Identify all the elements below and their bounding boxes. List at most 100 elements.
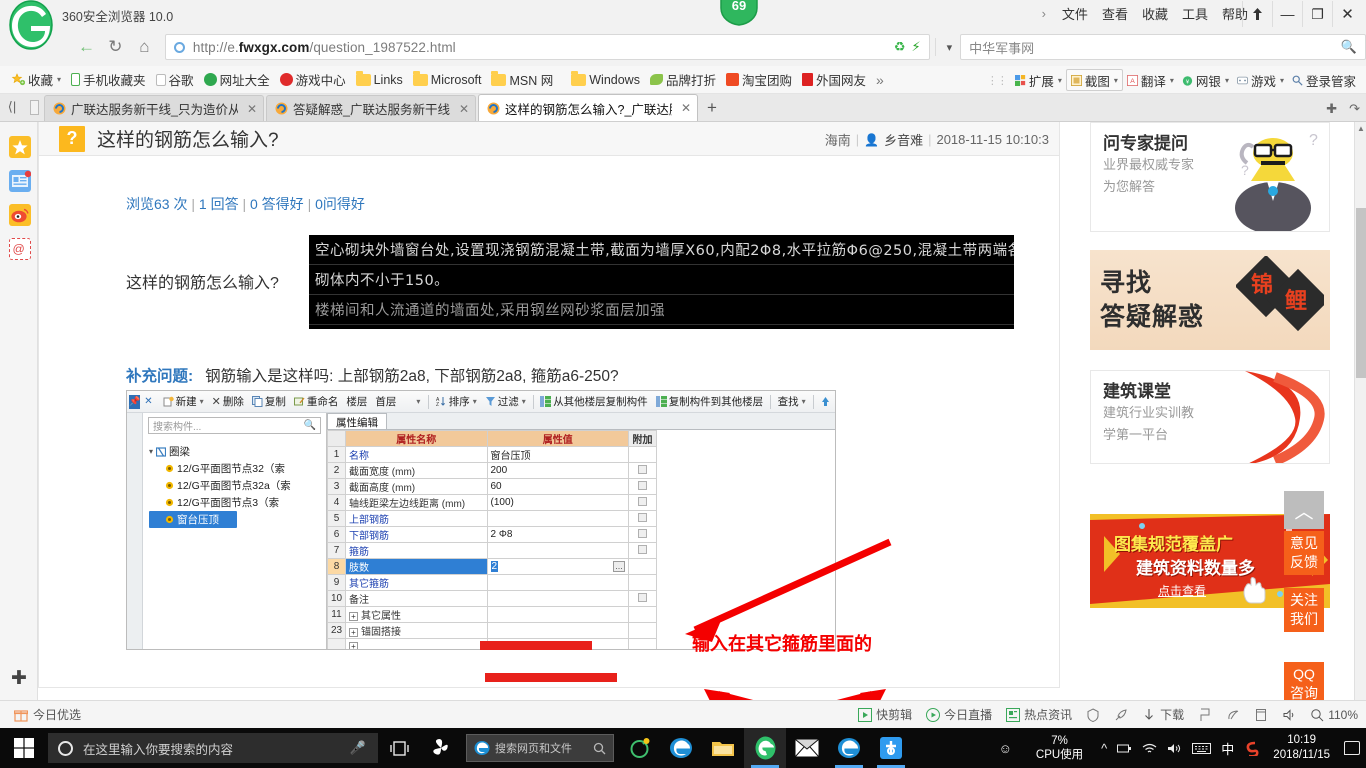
minimize-button[interactable]: — bbox=[1272, 1, 1302, 27]
chevron-down-icon[interactable]: ▾ bbox=[149, 447, 153, 456]
status-window[interactable] bbox=[1254, 708, 1268, 722]
tab-add-icon[interactable]: ✚ bbox=[1326, 101, 1337, 117]
search-input[interactable]: 中华军事网 🔍 bbox=[960, 34, 1366, 60]
tab-0[interactable]: 广联达服务新干线_只为造价从业 ✕ bbox=[44, 95, 264, 121]
battery-icon[interactable] bbox=[1117, 742, 1132, 755]
follow-tab[interactable]: 关注 我们 bbox=[1284, 588, 1324, 632]
row-value[interactable]: 窗台压顶 bbox=[486, 446, 629, 463]
bookmark-item-gamecenter[interactable]: 游戏中心 bbox=[275, 68, 351, 92]
blue-app-button[interactable] bbox=[870, 728, 912, 768]
favorites-star-icon[interactable] bbox=[9, 136, 31, 158]
chevron-down-icon[interactable]: ▾ bbox=[1114, 76, 1118, 85]
360-shield-button[interactable] bbox=[618, 728, 660, 768]
toolbar-copy-from-floor[interactable]: 从其他楼层复制构件 bbox=[536, 394, 652, 409]
page-scrollbar[interactable]: ▲ bbox=[1354, 122, 1366, 700]
bookmark-item-brand[interactable]: 品牌打折 bbox=[645, 68, 721, 92]
table-row[interactable]: 5 上部钢筋 bbox=[327, 510, 657, 527]
start-button[interactable] bbox=[0, 728, 48, 768]
toolbar-new[interactable]: 新建 ▾ bbox=[159, 394, 208, 409]
expander-icon[interactable]: + bbox=[349, 628, 358, 637]
row-value[interactable] bbox=[486, 590, 629, 607]
close-icon[interactable]: ✕ bbox=[142, 396, 158, 407]
ad-ask-expert[interactable]: 问专家提问 业界最权威专家 为您解答 ? ? bbox=[1090, 122, 1330, 232]
toolbar-move-up[interactable] bbox=[816, 396, 835, 407]
feedback-tab[interactable]: 意见 反馈 bbox=[1284, 531, 1324, 575]
expander-icon[interactable]: + bbox=[349, 642, 358, 649]
row-append[interactable] bbox=[628, 494, 657, 511]
chevron-down-icon[interactable]: ▾ bbox=[57, 75, 61, 84]
status-shield[interactable] bbox=[1086, 707, 1100, 722]
tab-close-icon[interactable]: ✕ bbox=[455, 102, 469, 116]
checkbox[interactable] bbox=[638, 464, 647, 474]
row-append[interactable] bbox=[628, 526, 657, 543]
row-value[interactable]: 60 bbox=[486, 478, 629, 495]
news-icon[interactable] bbox=[9, 170, 32, 192]
table-row[interactable]: 7 箍筋 bbox=[327, 542, 657, 559]
back-button[interactable]: ← bbox=[72, 32, 101, 62]
weibo-icon[interactable] bbox=[9, 204, 31, 226]
recycle-icon[interactable]: ♻ bbox=[894, 39, 906, 55]
chevron-down-icon[interactable]: ▾ bbox=[1225, 76, 1229, 85]
row-value[interactable]: (100) bbox=[486, 494, 629, 511]
table-row-selected[interactable]: 8 肢数… 2 bbox=[327, 558, 657, 575]
close-button[interactable]: ✕ bbox=[1332, 1, 1366, 27]
search-icon[interactable]: 🔍 bbox=[304, 420, 316, 431]
status-download[interactable]: 下载 bbox=[1142, 706, 1184, 723]
ie-search-taskbar[interactable]: 搜索网页和文件 bbox=[466, 734, 614, 762]
add-rail-item-button[interactable]: ✚ bbox=[0, 667, 38, 690]
task-view-button[interactable] bbox=[378, 728, 420, 768]
cpu-usage-indicator[interactable]: 7% CPU使用 bbox=[1036, 734, 1083, 762]
toolbar-delete[interactable]: ✕ 删除 bbox=[208, 394, 248, 409]
software-screenshot[interactable]: 📌 ✕ 新建 ▾ ✕ 删除 复制 重命名 楼层 首层 ▾ A Z 排序 ▾ 过滤… bbox=[126, 390, 836, 650]
url-input[interactable]: http://e.fwxgx.com/question_1987522.html… bbox=[164, 34, 930, 60]
status-speed[interactable] bbox=[1226, 708, 1240, 722]
search-engine-dropdown[interactable]: ▾ bbox=[941, 41, 959, 54]
toolbar-copy[interactable]: 复制 bbox=[248, 394, 290, 409]
360-browser-button[interactable] bbox=[744, 728, 786, 768]
taskbar-clock[interactable]: 10:19 2018/11/15 bbox=[1269, 733, 1334, 763]
search-icon[interactable]: 🔍 bbox=[1341, 39, 1357, 55]
tool-translate[interactable]: A 翻译 ▾ bbox=[1123, 69, 1178, 91]
bookmark-item-windows[interactable]: Windows bbox=[566, 68, 645, 92]
bookmark-overflow[interactable]: » bbox=[871, 68, 889, 92]
status-quick-edit[interactable]: 快剪辑 bbox=[858, 706, 912, 723]
tab-1[interactable]: 答疑解惑_广联达服务新干线 ✕ bbox=[266, 95, 477, 121]
row-append[interactable] bbox=[628, 510, 657, 527]
sogou-icon[interactable] bbox=[1244, 741, 1259, 756]
status-left[interactable]: 今日优选 bbox=[14, 706, 81, 723]
checkbox[interactable] bbox=[638, 528, 647, 538]
tool-login-manager[interactable]: 登录管家 bbox=[1288, 69, 1360, 91]
cortana-search-box[interactable]: 在这里输入你要搜索的内容 🎤 bbox=[48, 733, 378, 763]
windmill-app-button[interactable] bbox=[420, 728, 462, 768]
menu-favorites[interactable]: 收藏 bbox=[1142, 4, 1168, 23]
status-rocket[interactable] bbox=[1114, 708, 1128, 722]
ad-jinli[interactable]: 寻找 答疑解惑 锦 鲤 bbox=[1090, 250, 1330, 350]
new-tab-button[interactable]: + bbox=[700, 95, 724, 121]
table-row[interactable]: 9 其它箍筋 bbox=[327, 574, 657, 591]
menu-file[interactable]: 文件 bbox=[1062, 4, 1088, 23]
microphone-icon[interactable]: 🎤 bbox=[350, 740, 366, 756]
tab-scroll-left-button[interactable]: ⟨| bbox=[0, 93, 24, 121]
toolbar-find[interactable]: 查找 ▾ bbox=[774, 394, 810, 409]
row-value[interactable]: 2 Φ8 bbox=[486, 526, 629, 543]
meta-username[interactable]: 乡音难 bbox=[884, 130, 923, 149]
ime-indicator[interactable]: 中 bbox=[1221, 739, 1234, 758]
tree-node-child-3-selected[interactable]: 窗台压顶 bbox=[149, 511, 237, 528]
tab-property-editor[interactable]: 属性编辑 bbox=[327, 413, 387, 429]
reload-button[interactable]: ↻ bbox=[101, 32, 130, 62]
toolbar-rename[interactable]: 重命名 bbox=[290, 394, 343, 409]
bookmark-item-phone[interactable]: 手机收藏夹 bbox=[66, 68, 151, 92]
table-row[interactable]: 23 + 锚固搭接 bbox=[327, 622, 657, 639]
chevron-down-icon[interactable]: ▾ bbox=[1058, 76, 1062, 85]
site-info-icon[interactable] bbox=[173, 41, 185, 53]
qq-tab[interactable]: QQ 咨询 bbox=[1284, 662, 1324, 700]
pin-window-button[interactable] bbox=[1242, 1, 1272, 27]
row-value[interactable]: 200 bbox=[486, 462, 629, 479]
checkbox[interactable] bbox=[638, 512, 647, 522]
row-value[interactable] bbox=[486, 574, 629, 591]
pin-icon[interactable]: 📌 bbox=[129, 394, 141, 409]
mail-icon[interactable]: @ bbox=[9, 238, 31, 260]
tree-node-root[interactable]: ▾ 圈梁 bbox=[149, 443, 326, 460]
table-row[interactable]: 1 名称 窗台压顶 bbox=[327, 446, 657, 463]
tree-node-child-0[interactable]: 12/G平面图节点32（索 bbox=[149, 460, 326, 477]
